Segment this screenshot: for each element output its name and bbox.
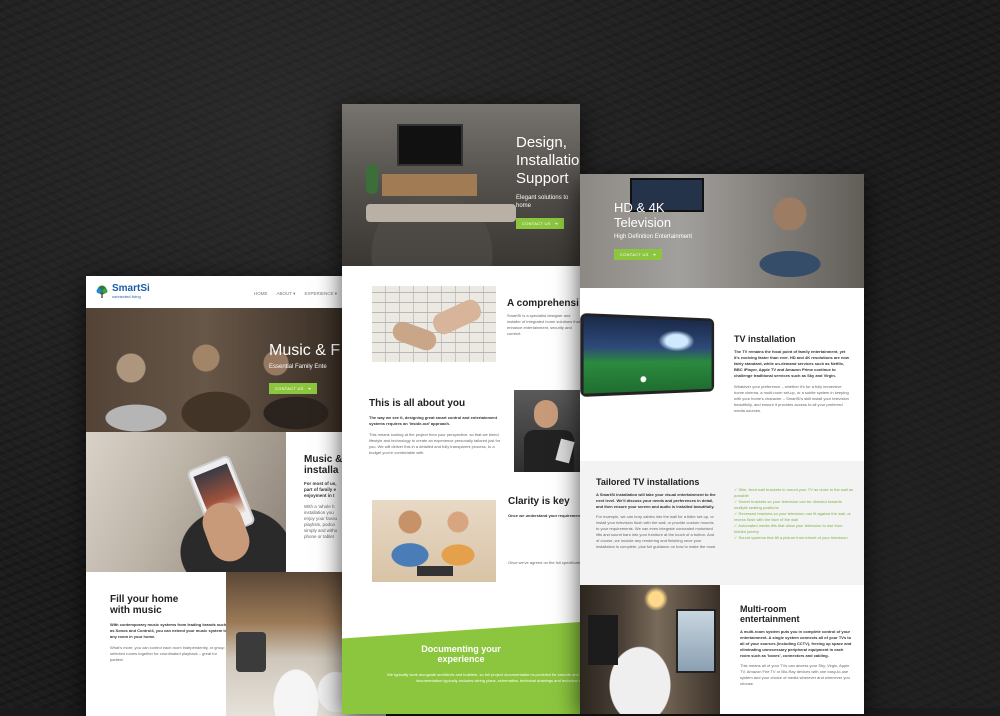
list-item: ✓ Sound systems that lift a picture from… (734, 535, 848, 540)
hero-title: Music & F (269, 342, 341, 359)
site-header: SmartSi connected living HOME ABOUT ▾ EX… (86, 276, 386, 308)
hero-contact-button[interactable]: CONTACT US ➜ (614, 249, 663, 260)
documenting-band: Documenting your experience We typically … (342, 622, 580, 714)
curved-tv-image (580, 312, 715, 398)
fill-home-title: Fill your home with music (110, 594, 179, 616)
tv-installation-title: TV installation (734, 334, 796, 344)
comprehensive-title: A comprehensi (507, 298, 579, 309)
list-item: ✓ Recessed brackets so your television c… (734, 511, 851, 522)
phone-in-hand-image (86, 432, 286, 572)
tailored-section: Tailored TV installations A SmartSi inst… (580, 461, 864, 585)
logo-name: SmartSi (112, 283, 150, 294)
multi-room-title: Multi-room entertainment (740, 604, 800, 624)
nav-home[interactable]: HOME (254, 291, 268, 297)
multi-room-lounge-image (580, 585, 720, 714)
tv-installation-lead: The TV remains the focal point of family… (734, 349, 849, 378)
hero-image: Music & F Essential Family Ente CONTACT … (86, 308, 386, 432)
hero-subtitle: Essential Family Ente (269, 364, 327, 370)
multi-room-lead: A multi-room system puts you in complete… (740, 629, 852, 658)
tailored-lead: A SmartSi installation will take your vi… (596, 492, 716, 509)
hero-subtitle: High Definition Entertainment (614, 234, 693, 240)
hero-title: Design, Installation & Support (516, 134, 580, 187)
about-you-lead: The way we see it, designing great smart… (369, 415, 498, 426)
arrow-right-icon: ➜ (554, 221, 559, 226)
blueprint-drawing-image (372, 286, 496, 362)
multi-room-body: This means all of your TVs can access yo… (740, 663, 850, 686)
list-item: ✓ Slim, fixed wall brackets to mount you… (734, 487, 854, 498)
tv-installation-body: Whatever your preference – whether it's … (734, 384, 849, 413)
nav-experience[interactable]: EXPERIENCE ▾ (304, 291, 337, 297)
tree-icon (96, 285, 108, 298)
documenting-title: Documenting your experience (421, 644, 501, 664)
kids-watching-tv-image: HD & 4K Television High Definition Entert… (580, 174, 864, 288)
about-you-body: This means looking at the project from y… (369, 432, 501, 455)
clarity-lead: Once we understand your requirements we'… (508, 513, 580, 518)
comprehensive-text: SmartSi is a specialist designer and ins… (507, 313, 580, 336)
clarity-title: Clarity is key (508, 496, 570, 507)
fill-home-body2: What's more, you can control each room i… (110, 645, 225, 662)
site-logo[interactable]: SmartSi connected living (95, 284, 150, 299)
tailored-body: For example, we can bury cables into the… (596, 514, 716, 549)
logo-tagline: connected living (112, 294, 141, 299)
hero-contact-button[interactable]: CONTACT US ➜ (516, 218, 565, 229)
living-room-hero-image: Design, Installation & Support Elegant s… (342, 104, 580, 266)
arrow-right-icon: ➜ (652, 252, 657, 257)
man-with-tablet-image (514, 390, 580, 472)
webpage-music: SmartSi connected living HOME ABOUT ▾ EX… (86, 276, 386, 716)
fill-home-body: With contemporary music systems from lea… (110, 622, 228, 639)
arrow-right-icon: ➜ (307, 386, 312, 391)
documenting-text: We typically work alongside architects a… (387, 672, 580, 683)
list-item: ✓ Automated media lifts that allow your … (734, 523, 843, 534)
webpage-design: Design, Installation & Support Elegant s… (342, 104, 580, 714)
tailored-title: Tailored TV installations (596, 477, 700, 487)
nav-about[interactable]: ABOUT ▾ (277, 291, 296, 297)
list-item: ✓ Swivel brackets so your television can… (734, 499, 842, 510)
television (397, 124, 463, 166)
hero-contact-button[interactable]: CONTACT US ➜ (269, 383, 318, 394)
tailored-bullets: ✓ Slim, fixed wall brackets to mount you… (734, 487, 854, 541)
main-nav: HOME ABOUT ▾ EXPERIENCE ▾ (254, 291, 337, 297)
about-you-title: This is all about you (369, 398, 466, 409)
children-tablet-image (372, 500, 496, 582)
hero-subtitle: Elegant solutions to home (516, 195, 569, 209)
webpage-television: HD & 4K Television High Definition Entert… (580, 174, 864, 714)
hero-title: HD & 4K Television (614, 200, 672, 230)
clarity-body: Once we've agreed on the full specificat… (508, 560, 580, 565)
